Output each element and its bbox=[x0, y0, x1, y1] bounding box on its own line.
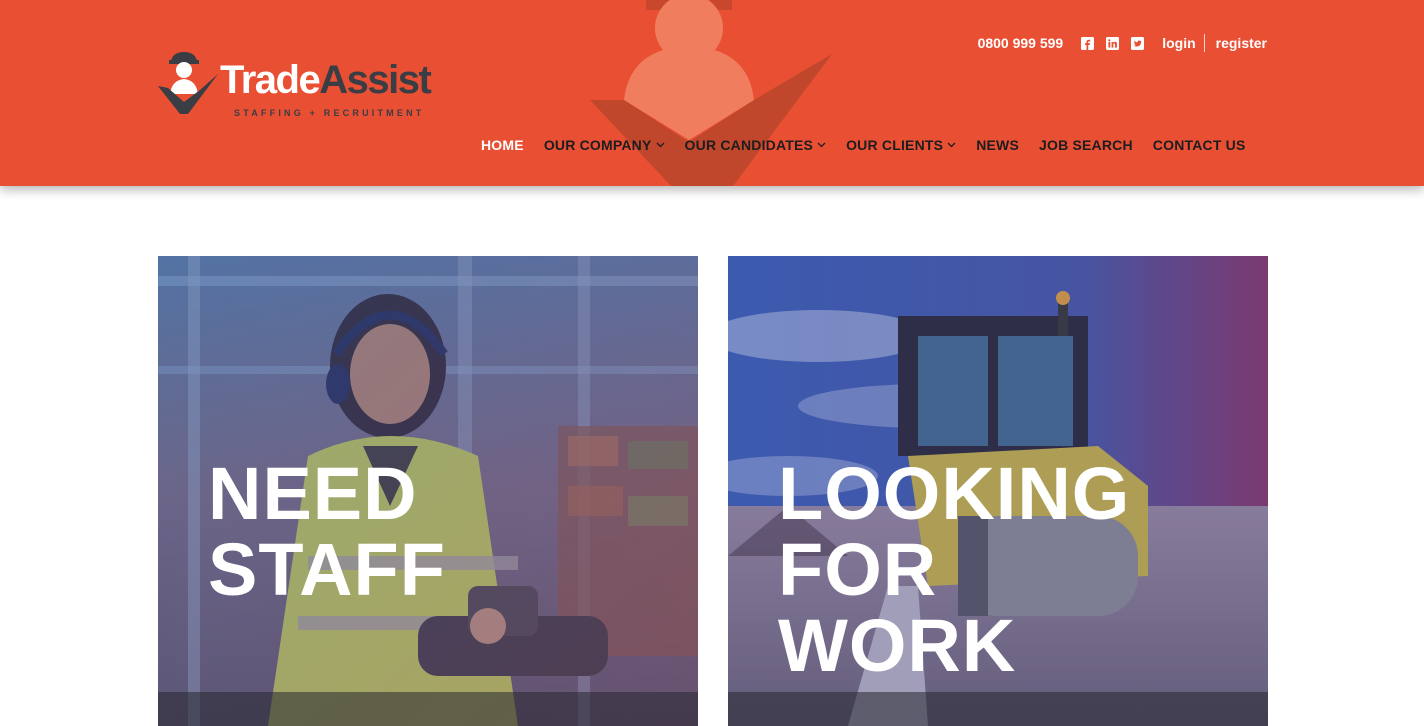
trade-assist-logo[interactable]: TradeAssist STAFFING + RECRUITMENT bbox=[158, 52, 448, 122]
nav-item-our-company[interactable]: OUR COMPANY bbox=[544, 137, 665, 153]
twitter-icon[interactable] bbox=[1131, 36, 1145, 50]
nav-item-our-clients[interactable]: OUR CLIENTS bbox=[846, 137, 956, 153]
need-staff-card[interactable]: NEED STAFF bbox=[158, 256, 698, 726]
logo-mark-icon bbox=[158, 52, 218, 114]
main-nav: HOME OUR COMPANY OUR CANDIDATES OUR CLIE… bbox=[481, 135, 1246, 155]
logo-tagline: STAFFING + RECRUITMENT bbox=[234, 108, 425, 118]
chevron-down-icon bbox=[656, 142, 665, 148]
nav-item-label: JOB SEARCH bbox=[1039, 137, 1133, 153]
card-footer-bar bbox=[728, 692, 1268, 726]
register-link[interactable]: register bbox=[1216, 35, 1267, 51]
card-title: NEED STAFF bbox=[208, 456, 446, 608]
card-title: LOOKING FOR WORK bbox=[778, 456, 1130, 684]
card-title-line: NEED bbox=[208, 452, 418, 535]
nav-item-label: CONTACT US bbox=[1152, 137, 1246, 153]
card-title-line: WORK bbox=[778, 604, 1017, 687]
nav-item-home[interactable]: HOME bbox=[481, 137, 524, 153]
nav-item-label: HOME bbox=[481, 137, 524, 153]
worker-watermark-icon bbox=[590, 0, 832, 186]
nav-item-label: OUR COMPANY bbox=[543, 137, 652, 153]
site-header: TradeAssist STAFFING + RECRUITMENT 0800 … bbox=[0, 0, 1424, 186]
phone-number[interactable]: 0800 999 599 bbox=[978, 35, 1064, 51]
logo-wordmark: TradeAssist bbox=[220, 58, 432, 102]
chevron-down-icon bbox=[947, 142, 956, 148]
nav-item-label: NEWS bbox=[976, 137, 1019, 153]
card-footer-bar bbox=[158, 692, 698, 726]
nav-item-job-search[interactable]: JOB SEARCH bbox=[1039, 137, 1133, 153]
nav-item-contact-us[interactable]: CONTACT US bbox=[1153, 137, 1246, 153]
topbar-divider bbox=[1203, 34, 1205, 52]
facebook-icon[interactable] bbox=[1081, 36, 1095, 50]
top-utility-bar: 0800 999 599 login register bbox=[978, 33, 1267, 53]
linkedin-icon[interactable] bbox=[1106, 36, 1120, 50]
nav-item-label: OUR CLIENTS bbox=[846, 137, 944, 153]
login-link[interactable]: login bbox=[1162, 35, 1195, 51]
chevron-down-icon bbox=[817, 142, 826, 148]
logo-word-trade: Trade bbox=[220, 58, 321, 102]
looking-for-work-card[interactable]: LOOKING FOR WORK bbox=[728, 256, 1268, 726]
card-title-line: FOR bbox=[778, 528, 938, 611]
nav-item-our-candidates[interactable]: OUR CANDIDATES bbox=[685, 137, 827, 153]
nav-item-news[interactable]: NEWS bbox=[976, 137, 1019, 153]
nav-item-label: OUR CANDIDATES bbox=[684, 137, 814, 153]
card-title-line: LOOKING bbox=[778, 452, 1131, 535]
card-title-line: STAFF bbox=[208, 528, 446, 611]
logo-word-assist: Assist bbox=[319, 58, 432, 102]
